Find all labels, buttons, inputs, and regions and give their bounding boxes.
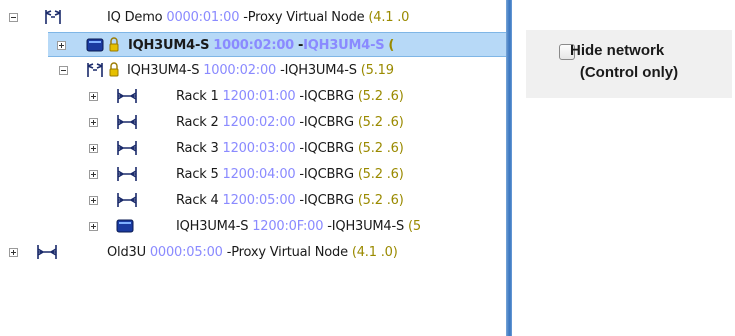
rack-bridge-icon bbox=[116, 88, 138, 108]
expand-toggle[interactable] bbox=[9, 248, 18, 257]
expand-toggle[interactable] bbox=[89, 196, 98, 205]
proxy-node-icon bbox=[86, 62, 104, 82]
tree-row-old3u[interactable]: Old3U 0000:05:00 -Proxy Virtual Node (4.… bbox=[0, 240, 506, 265]
rack-bridge-icon bbox=[116, 166, 138, 186]
tree-row-label: IQH3UM4-S 1000:02:00 -IQH3UM4-S (5.19 bbox=[127, 63, 394, 78]
tree-row-rack-2[interactable]: Rack 2 1200:02:00 -IQCBRG (5.2 .6) bbox=[0, 110, 506, 135]
tree-row-label: Rack 5 1200:04:00 -IQCBRG (5.2 .6) bbox=[176, 167, 404, 182]
network-tree[interactable]: IQ Demo 0000:01:00 -Proxy Virtual Node (… bbox=[0, 0, 506, 336]
expand-toggle[interactable] bbox=[89, 170, 98, 179]
expand-toggle[interactable] bbox=[89, 144, 98, 153]
lock-icon bbox=[108, 62, 120, 82]
tree-row-rack-4[interactable]: Rack 4 1200:05:00 -IQCBRG (5.2 .6) bbox=[0, 188, 506, 213]
hide-network-label[interactable]: Hide network (Control only) bbox=[526, 40, 732, 84]
tree-row-iqh3um4-s-selected[interactable]: IQH3UM4-S 1000:02:00 -IQH3UM4-S ( bbox=[48, 32, 506, 57]
hide-network-option[interactable]: Hide network (Control only) bbox=[526, 30, 732, 98]
tree-row-label: IQH3UM4-S 1200:0F:00 -IQH3UM4-S (5 bbox=[176, 219, 421, 234]
options-pane: Hide network (Control only) bbox=[512, 0, 735, 336]
tree-row-label: Rack 2 1200:02:00 -IQCBRG (5.2 .6) bbox=[176, 115, 404, 130]
tree-row-label: Rack 4 1200:05:00 -IQCBRG (5.2 .6) bbox=[176, 193, 404, 208]
lock-icon bbox=[108, 37, 120, 57]
device-card-icon bbox=[116, 219, 134, 237]
tree-row-label: IQ Demo 0000:01:00 -Proxy Virtual Node (… bbox=[107, 10, 410, 25]
tree-row-rack-1[interactable]: Rack 1 1200:01:00 -IQCBRG (5.2 .6) bbox=[0, 84, 506, 109]
tree-row-iq-demo[interactable]: IQ Demo 0000:01:00 -Proxy Virtual Node (… bbox=[0, 5, 506, 30]
rack-bridge-icon bbox=[36, 244, 58, 264]
tree-row-iqh3um4-s[interactable]: IQH3UM4-S 1000:02:00 -IQH3UM4-S (5.19 bbox=[0, 58, 506, 83]
tree-row-rack-5[interactable]: Rack 5 1200:04:00 -IQCBRG (5.2 .6) bbox=[0, 162, 506, 187]
proxy-node-icon bbox=[44, 9, 62, 29]
hide-network-label-line1: Hide network bbox=[570, 42, 665, 59]
tree-row-rack-3[interactable]: Rack 3 1200:03:00 -IQCBRG (5.2 .6) bbox=[0, 136, 506, 161]
tree-row-label: Rack 3 1200:03:00 -IQCBRG (5.2 .6) bbox=[176, 141, 404, 156]
tree-row-label: Rack 1 1200:01:00 -IQCBRG (5.2 .6) bbox=[176, 89, 404, 104]
tree-row-label: Old3U 0000:05:00 -Proxy Virtual Node (4.… bbox=[107, 245, 398, 260]
tree-row-label: IQH3UM4-S 1000:02:00 -IQH3UM4-S ( bbox=[128, 38, 395, 53]
collapse-toggle[interactable] bbox=[59, 66, 68, 75]
device-card-icon bbox=[86, 38, 104, 56]
tree-row-iqh3um4-s-card[interactable]: IQH3UM4-S 1200:0F:00 -IQH3UM4-S (5 bbox=[0, 214, 506, 239]
collapse-toggle[interactable] bbox=[9, 13, 18, 22]
expand-toggle[interactable] bbox=[89, 92, 98, 101]
hide-network-label-line2: (Control only) bbox=[579, 64, 679, 81]
rack-bridge-icon bbox=[116, 192, 138, 212]
expand-toggle[interactable] bbox=[89, 222, 98, 231]
rack-bridge-icon bbox=[116, 114, 138, 134]
expand-toggle[interactable] bbox=[57, 41, 66, 50]
rack-bridge-icon bbox=[116, 140, 138, 160]
expand-toggle[interactable] bbox=[89, 118, 98, 127]
